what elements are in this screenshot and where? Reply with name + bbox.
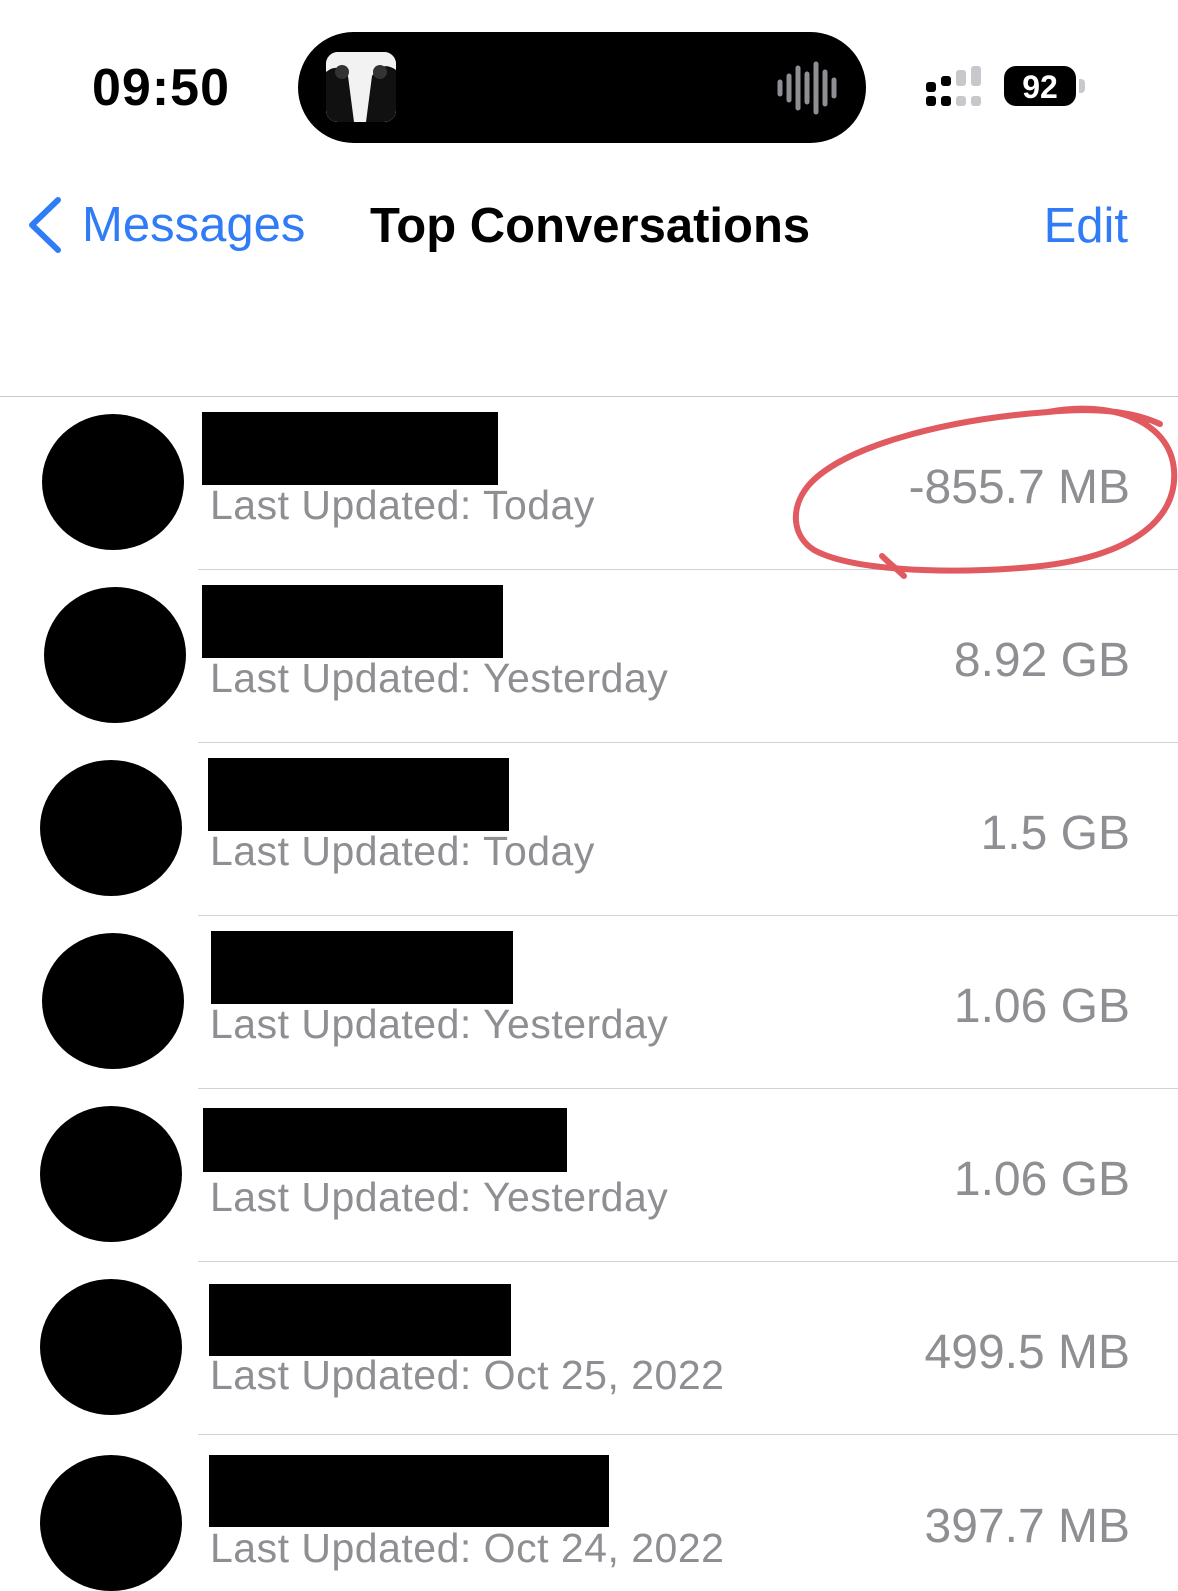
redacted-name (203, 1108, 567, 1172)
storage-size: 499.5 MB (924, 1326, 1130, 1379)
edit-button[interactable]: Edit (1044, 198, 1128, 254)
storage-size: 8.92 GB (953, 634, 1130, 687)
storage-size: 397.7 MB (924, 1500, 1130, 1553)
last-updated-label: Last Updated: Yesterday (210, 1001, 669, 1047)
last-updated-label: Last Updated: Oct 25, 2022 (210, 1352, 725, 1398)
storage-size: 1.06 GB (953, 1153, 1130, 1206)
battery-icon: 92 (1004, 66, 1076, 106)
storage-size: 1.06 GB (953, 980, 1130, 1033)
conversation-row[interactable]: Last Updated: Yesterday 1.06 GB (0, 916, 1178, 1089)
redacted-name (211, 931, 513, 1004)
avatar (40, 1106, 182, 1242)
redacted-name (209, 1455, 609, 1527)
cellular-signal-icon (926, 66, 981, 106)
battery-cap (1079, 79, 1085, 93)
last-updated-label: Last Updated: Oct 24, 2022 (210, 1525, 725, 1571)
avatar (42, 414, 184, 550)
status-time: 09:50 (92, 59, 230, 117)
avatar (42, 933, 184, 1069)
last-updated-label: Last Updated: Yesterday (210, 1174, 669, 1220)
last-updated-label: Last Updated: Today (210, 482, 595, 528)
storage-size: 1.5 GB (980, 807, 1130, 860)
conversation-row[interactable]: Last Updated: Oct 24, 2022 397.7 MB (0, 1437, 1178, 1591)
conversation-row[interactable]: Last Updated: Yesterday 1.06 GB (0, 1089, 1178, 1262)
last-updated-label: Last Updated: Today (210, 828, 595, 874)
page-title: Top Conversations (370, 199, 811, 253)
annotation-circle (793, 405, 1178, 579)
redacted-name (202, 412, 498, 485)
audio-waveform-icon (777, 61, 837, 115)
redacted-name (202, 585, 503, 658)
back-button-label: Messages (82, 198, 306, 252)
conversation-row[interactable]: Last Updated: Oct 25, 2022 499.5 MB (0, 1262, 1178, 1435)
conversation-row[interactable]: Last Updated: Today 1.5 GB (0, 743, 1178, 916)
redacted-name (209, 1284, 511, 1356)
avatar (44, 587, 186, 723)
conversation-row[interactable]: Last Updated: Yesterday 8.92 GB (0, 570, 1178, 743)
avatar (40, 1279, 182, 1415)
album-art-thumbnail[interactable] (326, 52, 396, 122)
last-updated-label: Last Updated: Yesterday (210, 655, 669, 701)
battery-level: 92 (1022, 69, 1058, 105)
avatar (40, 1455, 182, 1591)
back-chevron-icon (29, 197, 61, 253)
back-button[interactable]: Messages (26, 196, 305, 254)
redacted-name (208, 758, 509, 831)
row-divider (198, 1434, 1178, 1435)
avatar (40, 760, 182, 896)
dynamic-island[interactable] (298, 32, 866, 143)
